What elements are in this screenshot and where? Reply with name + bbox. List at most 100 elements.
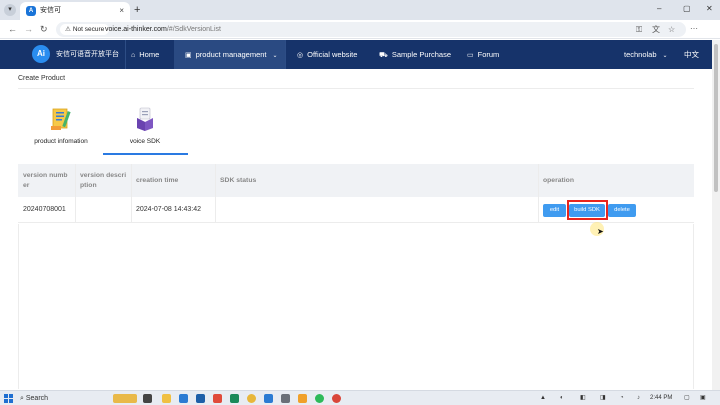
tab-voice-sdk-label: voice SDK bbox=[129, 138, 161, 145]
app-icon[interactable] bbox=[281, 394, 290, 403]
col-creation-time: creation time bbox=[136, 177, 179, 184]
menu-icon[interactable]: ⋯ bbox=[690, 24, 698, 34]
tab-title: 安信可 bbox=[40, 7, 61, 14]
minimize-button[interactable]: – bbox=[657, 3, 661, 15]
tray-icon-4[interactable]: ◨ bbox=[600, 393, 606, 404]
col-version-description-line1: version descri bbox=[80, 172, 127, 179]
col-version-number-line1: version numb bbox=[23, 172, 68, 179]
nav-forum-label: Forum bbox=[477, 50, 500, 59]
build-sdk-highlight bbox=[567, 200, 608, 220]
browser-tab-bar: ▾ A 安信可 × + – ▢ ✕ bbox=[0, 0, 720, 20]
address-bar[interactable]: ⚠ Not secure voice.ai-thinker.com/#/SdkVe… bbox=[56, 22, 686, 37]
close-tab-icon[interactable]: × bbox=[119, 6, 124, 16]
logo-icon[interactable]: Ai bbox=[32, 45, 50, 63]
vscode-icon[interactable] bbox=[264, 394, 273, 403]
url-path: /#/SdkVersionList bbox=[166, 26, 221, 33]
mouse-pointer-icon: ➤ bbox=[597, 227, 604, 236]
maximize-button[interactable]: ▢ bbox=[683, 3, 691, 15]
col-version-number-line2: er bbox=[23, 182, 30, 189]
delete-button[interactable]: delete bbox=[608, 204, 636, 217]
col-version-description: version descri ption bbox=[80, 164, 126, 197]
nav-official-website-label: Official website bbox=[307, 50, 358, 59]
nav-forum[interactable]: ▭ Forum bbox=[467, 40, 499, 69]
site-favicon-icon: A bbox=[26, 6, 36, 16]
col-sdk-status: SDK status bbox=[220, 177, 257, 184]
whatsapp-icon[interactable] bbox=[315, 394, 324, 403]
windows-taskbar: ⌕ Search ▲ ◐ ◧ ◨ ◔ ♪ 2:44 PM ▢ ▣ bbox=[0, 390, 720, 405]
tray-icon-2[interactable]: ◐ bbox=[560, 393, 564, 404]
nav-sample-purchase-label: Sample Purchase bbox=[391, 50, 452, 59]
tray-icon-3[interactable]: ◧ bbox=[580, 393, 586, 404]
notifications-icon[interactable]: ▢ bbox=[684, 393, 690, 404]
forward-arrow-icon[interactable]: → bbox=[24, 24, 33, 34]
active-tab-indicator bbox=[103, 153, 188, 155]
language-switch[interactable]: 中文 bbox=[684, 40, 699, 69]
logo-text[interactable]: 安信可语音开放平台 bbox=[56, 50, 119, 59]
sdk-package-icon bbox=[137, 107, 153, 131]
box-icon: ▣ bbox=[185, 52, 192, 59]
cell-version-number: 20240708001 bbox=[23, 206, 66, 213]
edit-button[interactable]: edit bbox=[543, 204, 566, 217]
tab-voice-sdk[interactable]: voice SDK bbox=[105, 104, 185, 154]
page-scrollbar-thumb[interactable] bbox=[714, 44, 718, 192]
nav-sample-purchase[interactable]: ⛟ Sample Purchase bbox=[379, 40, 451, 69]
nav-product-management-label: product management bbox=[195, 50, 267, 59]
browser-tab[interactable]: A 安信可 × bbox=[20, 2, 130, 20]
clock[interactable]: 2:44 PM bbox=[650, 393, 672, 404]
cart-icon: ⛟ bbox=[379, 52, 388, 59]
table-header: version numb er version descri ption cre… bbox=[18, 164, 694, 197]
app-icon-2[interactable] bbox=[298, 394, 307, 403]
back-arrow-icon[interactable]: ← bbox=[8, 24, 17, 34]
volume-icon[interactable]: ♪ bbox=[637, 393, 640, 404]
col-operation: operation bbox=[543, 177, 574, 184]
language-label: 中文 bbox=[684, 50, 699, 59]
mail-icon[interactable] bbox=[179, 394, 188, 403]
col-version-number: version numb er bbox=[23, 164, 68, 197]
reload-icon[interactable]: ↻ bbox=[40, 24, 48, 34]
store-icon[interactable] bbox=[196, 394, 205, 403]
divider bbox=[18, 88, 694, 89]
home-icon: ⌂ bbox=[131, 52, 136, 59]
warning-icon: ⚠ bbox=[65, 26, 71, 33]
nav-home-label: Home bbox=[139, 50, 160, 59]
chrome-active-icon[interactable] bbox=[332, 394, 341, 403]
wifi-icon[interactable]: ◔ bbox=[620, 393, 624, 404]
bookmark-star-icon[interactable]: ☆ bbox=[668, 24, 675, 35]
widgets-icon[interactable] bbox=[113, 394, 137, 403]
url-text[interactable]: voice.ai-thinker.com/#/SdkVersionList bbox=[105, 24, 221, 35]
tab-product-information[interactable]: product infomation bbox=[21, 104, 101, 154]
show-desktop-icon[interactable]: ▣ bbox=[700, 393, 706, 404]
ai-circle-icon: ◎ bbox=[297, 52, 304, 59]
file-explorer-icon[interactable] bbox=[162, 394, 171, 403]
url-host: voice.ai-thinker.com bbox=[105, 26, 167, 33]
col-version-description-line2: ption bbox=[80, 182, 97, 189]
close-window-button[interactable]: ✕ bbox=[706, 3, 713, 15]
nav-product-management[interactable]: ▣ product management ⌄ bbox=[174, 40, 285, 69]
chrome-icon[interactable] bbox=[247, 394, 256, 403]
tab-search-icon[interactable]: ▾ bbox=[4, 4, 16, 16]
cell-creation-time: 2024-07-08 14:43:42 bbox=[136, 206, 201, 213]
task-view-icon[interactable] bbox=[143, 394, 152, 403]
new-tab-button[interactable]: + bbox=[134, 4, 140, 16]
forum-icon: ▭ bbox=[467, 52, 474, 59]
breadcrumb: Create Product bbox=[18, 75, 66, 82]
tray-icon-1[interactable]: ▲ bbox=[540, 393, 546, 404]
key-icon[interactable]: ⚿ bbox=[636, 24, 642, 35]
office-icon[interactable] bbox=[213, 394, 222, 403]
document-pencil-icon bbox=[51, 108, 71, 130]
user-name: technolab bbox=[624, 50, 657, 59]
excel-icon[interactable] bbox=[230, 394, 239, 403]
translate-icon[interactable]: 文 bbox=[652, 24, 660, 35]
taskbar-search[interactable]: ⌕ Search bbox=[20, 393, 120, 404]
not-secure-badge[interactable]: ⚠ Not secure bbox=[60, 24, 110, 35]
chevron-down-icon: ⌄ bbox=[272, 53, 278, 59]
chevron-down-icon: ⌄ bbox=[662, 53, 668, 59]
taskbar-search-label: Search bbox=[25, 395, 49, 402]
address-toolbar: ← → ↻ ⚠ Not secure voice.ai-thinker.com/#… bbox=[0, 20, 720, 39]
windows-start-icon[interactable] bbox=[4, 394, 13, 403]
nav-divider bbox=[285, 40, 286, 69]
nav-official-website[interactable]: ◎ Official website bbox=[297, 40, 357, 69]
security-label: Not secure bbox=[72, 26, 105, 33]
user-menu[interactable]: technolab ⌄ bbox=[624, 40, 668, 69]
nav-home[interactable]: ⌂ Home bbox=[131, 40, 159, 69]
